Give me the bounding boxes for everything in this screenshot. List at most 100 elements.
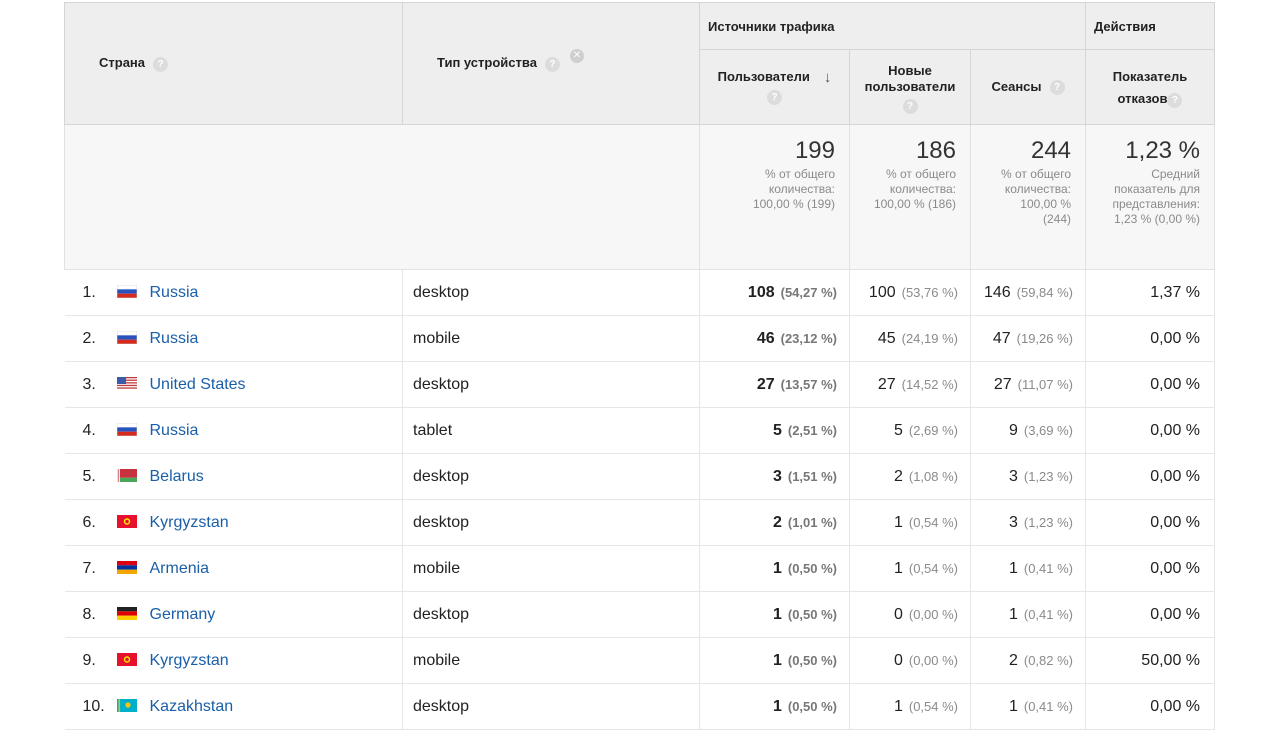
device-cell: desktop xyxy=(402,591,700,638)
header-new-users[interactable]: Новые пользователи ? xyxy=(849,49,971,125)
armenia-flag-icon xyxy=(116,560,137,574)
sessions-value: 1 xyxy=(1008,697,1018,715)
new-users-value: 1 xyxy=(893,697,903,715)
header-country-label: Страна xyxy=(99,55,146,71)
users-cell: 1 (0,50 %) xyxy=(699,591,850,638)
country-cell: 10. Kazakhstan xyxy=(64,683,403,730)
table-row: 8. Germany desktop 1 (0,50 %) 0 (0,00 %) 1 (0,41… xyxy=(64,591,1216,638)
sessions-value: 1 xyxy=(1008,605,1018,623)
new-users-percent: (0,54 %) xyxy=(908,698,958,714)
sessions-value: 3 xyxy=(1008,513,1018,531)
new-users-cell: 1 (0,54 %) xyxy=(849,545,971,592)
users-value: 1 xyxy=(772,559,782,577)
help-icon[interactable]: ? xyxy=(153,56,169,72)
kyrgyzstan-flag-icon xyxy=(116,652,137,666)
total-new-users-note-1: % от общего xyxy=(886,167,956,181)
table-row: 5. Belarus desktop 3 (1,51 %) 2 (1,08 %) 3 (1,23… xyxy=(64,453,1216,500)
row-rank: 4. xyxy=(82,421,96,439)
new-users-cell: 0 (0,00 %) xyxy=(849,637,971,684)
new-users-value: 1 xyxy=(893,513,903,531)
help-icon[interactable]: ? xyxy=(767,89,782,105)
help-icon[interactable]: ? xyxy=(902,99,918,115)
device-cell: desktop xyxy=(402,453,700,500)
country-link[interactable]: United States xyxy=(150,376,246,393)
total-new-users-value: 186 xyxy=(915,137,956,164)
country-link[interactable]: Russia xyxy=(150,330,199,347)
new-users-cell: 2 (1,08 %) xyxy=(849,453,971,500)
header-bounce-rate[interactable]: Показатель отказов? xyxy=(1085,49,1216,125)
total-new-users-note-2: количества: xyxy=(889,182,956,196)
device-cell: mobile xyxy=(402,545,700,592)
device-cell: tablet xyxy=(402,407,700,454)
new-users-value: 27 xyxy=(877,375,896,393)
sessions-cell: 9 (3,69 %) xyxy=(969,407,1086,454)
users-value: 5 xyxy=(772,421,782,439)
totals-row: 199 % от общего количества: 100,00 % (19… xyxy=(64,124,1216,270)
new-users-percent: (1,08 %) xyxy=(908,468,958,484)
total-users-value: 199 xyxy=(794,137,835,164)
users-percent: (1,51 %) xyxy=(787,468,837,484)
sort-descending-icon[interactable]: ↓ xyxy=(824,69,832,86)
sessions-percent: (19,26 %) xyxy=(1016,330,1074,346)
new-users-percent: (0,54 %) xyxy=(908,514,958,530)
new-users-percent: (14,52 %) xyxy=(901,376,958,392)
sessions-cell: 3 (1,23 %) xyxy=(969,499,1086,546)
device-cell: mobile xyxy=(402,315,700,362)
kazakhstan-flag-icon xyxy=(116,698,137,712)
header-group-actions: Действия xyxy=(1085,2,1216,50)
bounce-rate-cell: 1,37 % xyxy=(1085,269,1216,316)
sessions-percent: (11,07 %) xyxy=(1017,376,1074,392)
header-users[interactable]: Пользователи ↓ ? xyxy=(699,49,850,125)
total-users: 199 % от общего количества: 100,00 % (19… xyxy=(699,124,850,270)
sessions-percent: (1,23 %) xyxy=(1023,468,1074,484)
users-cell: 108 (54,27 %) xyxy=(699,269,850,316)
new-users-value: 0 xyxy=(893,651,903,669)
country-link[interactable]: Russia xyxy=(150,422,199,439)
total-sessions: 244 % от общего количества: 100,00 % (24… xyxy=(969,124,1087,270)
sessions-percent: (59,84 %) xyxy=(1016,284,1074,300)
users-cell: 1 (0,50 %) xyxy=(699,545,850,592)
users-cell: 2 (1,01 %) xyxy=(699,499,850,546)
device-cell: desktop xyxy=(402,499,700,546)
sessions-value: 3 xyxy=(1008,467,1018,485)
total-new-users: 186 % от общего количества: 100,00 % (18… xyxy=(849,124,971,270)
total-bounce-note-4: 1,23 % (0,00 %) xyxy=(1113,212,1201,226)
header-sessions[interactable]: Сеансы? xyxy=(969,49,1087,125)
table-row: 6. Kyrgyzstan desktop 2 (1,01 %) 1 (0,54 %) 3 (1… xyxy=(64,499,1216,546)
country-cell: 2. Russia xyxy=(64,315,403,362)
table-row: 1. Russia desktop 108 (54,27 %) 100 (53,76 %) 1… xyxy=(64,269,1216,316)
table-row: 2. Russia mobile 46 (23,12 %) 45 (24,19 %) 47 (1… xyxy=(64,315,1216,362)
country-link[interactable]: Kyrgyzstan xyxy=(150,652,229,669)
users-cell: 3 (1,51 %) xyxy=(699,453,850,500)
header-country[interactable]: Страна? xyxy=(64,2,403,125)
help-icon[interactable]: ? xyxy=(544,56,560,72)
remove-dimension-icon[interactable]: ✕ xyxy=(569,49,584,64)
users-value: 46 xyxy=(756,329,775,347)
bounce-rate-cell: 0,00 % xyxy=(1085,545,1216,592)
sessions-cell: 1 (0,41 %) xyxy=(969,545,1086,592)
sessions-value: 1 xyxy=(1008,559,1018,577)
country-cell: 4. Russia xyxy=(64,407,403,454)
users-percent: (54,27 %) xyxy=(780,284,837,300)
new-users-value: 100 xyxy=(868,283,896,301)
country-link[interactable]: Kazakhstan xyxy=(150,698,234,715)
header-group-traffic-sources: Источники трафика xyxy=(698,2,1087,50)
new-users-value: 0 xyxy=(893,605,903,623)
bounce-rate-cell: 0,00 % xyxy=(1085,591,1216,638)
country-link[interactable]: Russia xyxy=(150,284,199,301)
new-users-percent: (0,54 %) xyxy=(908,560,958,576)
country-link[interactable]: Germany xyxy=(150,606,216,623)
sessions-cell: 1 (0,41 %) xyxy=(969,591,1086,638)
kyrgyzstan-flag-icon xyxy=(116,514,137,528)
russia-flag-icon xyxy=(116,330,137,344)
country-link[interactable]: Kyrgyzstan xyxy=(150,514,229,531)
country-link[interactable]: Armenia xyxy=(150,560,210,577)
help-icon[interactable]: ? xyxy=(1167,92,1183,108)
bounce-rate-cell: 0,00 % xyxy=(1085,407,1216,454)
country-link[interactable]: Belarus xyxy=(150,468,204,485)
new-users-value: 5 xyxy=(893,421,903,439)
header-device-type[interactable]: Тип устройства ? ✕ xyxy=(402,2,700,125)
total-new-users-note-3: 100,00 % (186) xyxy=(873,197,956,211)
help-icon[interactable]: ? xyxy=(1049,80,1065,96)
sessions-cell: 27 (11,07 %) xyxy=(969,361,1086,408)
